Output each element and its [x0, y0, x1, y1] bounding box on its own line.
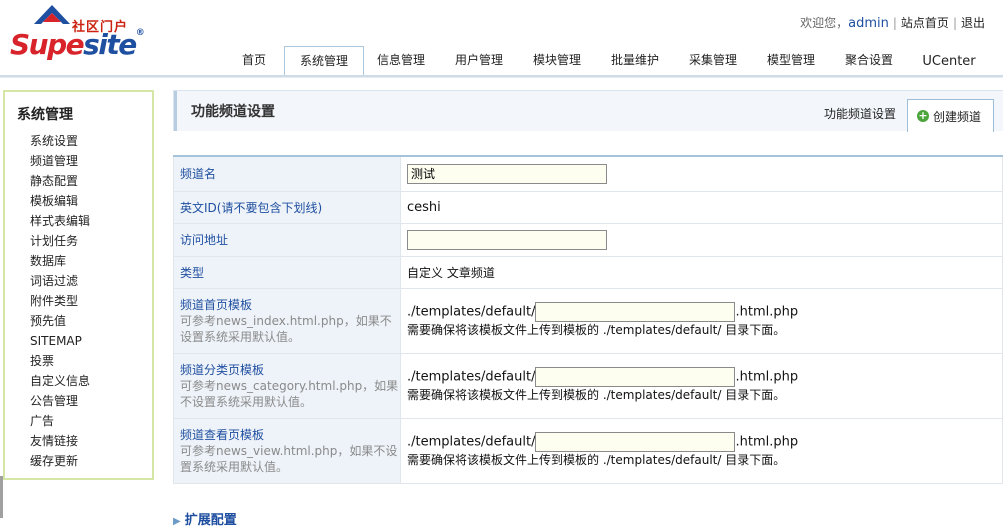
category-template-hint: 可参考news_category.html.php，如果不设置系统采用默认值。 — [180, 379, 399, 409]
nav-tab-ucenter[interactable]: UCenter — [914, 48, 984, 76]
nav-tab-modules[interactable]: 模块管理 — [522, 46, 592, 74]
index-template-label-cell: 频道首页模板 可参考news_index.html.php，如果不设置系统采用默… — [173, 287, 401, 354]
template-suffix: .html.php — [735, 434, 799, 450]
category-template-input[interactable] — [535, 367, 736, 387]
channel-name-label: 频道名 — [173, 155, 401, 192]
welcome-text: 欢迎您， — [800, 16, 849, 30]
plus-icon: + — [917, 109, 929, 122]
view-template-cell: ./templates/default/ .html.php 需要确保将该模板文件… — [400, 417, 1003, 484]
sidebar-item-sitemap[interactable]: SITEMAP — [30, 331, 90, 351]
sidebar-item-database[interactable]: 数据库 — [30, 251, 90, 271]
view-template-input[interactable] — [535, 432, 736, 452]
access-url-cell — [400, 222, 1003, 257]
sidebar-item-attach-types[interactable]: 附件类型 — [30, 291, 90, 311]
sidebar-item-custom-info[interactable]: 自定义信息 — [30, 371, 90, 391]
form-row-category-template: 频道分类页模板 可参考news_category.html.php，如果不设置系… — [173, 352, 1003, 419]
channel-name-cell — [400, 155, 1003, 192]
sidebar-item-system-settings[interactable]: 系统设置 — [30, 131, 90, 151]
category-template-note: 需要确保将该模板文件上传到模板的 ./templates/default/ 目录… — [407, 388, 786, 402]
sidebar: 系统管理 系统设置 频道管理 静态配置 模板编辑 样式表编辑 计划任务 数据库 … — [3, 90, 154, 480]
divider: | — [952, 16, 957, 30]
channel-form: 频道名 英文ID(请不要包含下划线) ceshi 访问地址 类型 自定义 文章频… — [173, 155, 1003, 484]
view-template-label-cell: 频道查看页模板 可参考news_view.html.php，如果不设置系统采用默… — [173, 417, 401, 484]
template-prefix: ./templates/default/ — [407, 434, 536, 450]
logout-link[interactable]: 退出 — [961, 16, 985, 30]
english-id-value: ceshi — [400, 190, 1003, 224]
index-template-hint: 可参考news_index.html.php，如果不设置系统采用默认值。 — [180, 314, 392, 344]
index-template-label: 频道首页模板 — [180, 298, 253, 312]
form-row-view-template: 频道查看页模板 可参考news_view.html.php，如果不设置系统采用默… — [173, 417, 1003, 484]
nav-tab-collect[interactable]: 采集管理 — [678, 46, 748, 74]
nav-tab-model[interactable]: 模型管理 — [756, 46, 826, 74]
divider: | — [892, 16, 897, 30]
view-template-note: 需要确保将该模板文件上传到模板的 ./templates/default/ 目录… — [407, 453, 786, 467]
sidebar-item-channel-manage[interactable]: 频道管理 — [30, 151, 90, 171]
supesite-logo[interactable]: 社区门户 Supesite® — [10, 2, 145, 62]
header-accent — [174, 91, 177, 131]
sidebar-item-poll[interactable]: 投票 — [30, 351, 90, 371]
access-url-label: 访问地址 — [173, 222, 401, 257]
access-url-input[interactable] — [407, 229, 607, 250]
category-template-label-cell: 频道分类页模板 可参考news_category.html.php，如果不设置系… — [173, 352, 401, 419]
nav-tab-batch[interactable]: 批量维护 — [600, 46, 670, 74]
form-row-english-id: 英文ID(请不要包含下划线) ceshi — [173, 190, 1003, 224]
nav-tab-aggregate[interactable]: 聚合设置 — [834, 46, 904, 74]
view-template-row: ./templates/default/ .html.php — [407, 432, 1002, 452]
template-prefix: ./templates/default/ — [407, 304, 536, 320]
page-title: 功能频道设置 — [191, 104, 275, 120]
index-template-note: 需要确保将该模板文件上传到模板的 ./templates/default/ 目录… — [407, 323, 786, 337]
sidebar-item-cron[interactable]: 计划任务 — [30, 231, 90, 251]
nav-tab-system[interactable]: 系统管理 — [284, 46, 364, 77]
channel-name-input[interactable] — [407, 163, 607, 184]
index-template-cell: ./templates/default/ .html.php 需要确保将该模板文件… — [400, 287, 1003, 354]
top-links: 欢迎您，admin | 站点首页 | 退出 — [800, 14, 985, 31]
view-template-label: 频道查看页模板 — [180, 428, 265, 442]
view-template-hint: 可参考news_view.html.php，如果不设置系统采用默认值。 — [180, 444, 398, 474]
sidebar-menu: 系统设置 频道管理 静态配置 模板编辑 样式表编辑 计划任务 数据库 词语过滤 … — [30, 131, 90, 471]
template-suffix: .html.php — [735, 369, 799, 385]
english-id-label: 英文ID(请不要包含下划线) — [173, 190, 401, 224]
create-channel-label: 创建频道 — [933, 110, 982, 124]
site-home-link[interactable]: 站点首页 — [901, 16, 949, 30]
nav-tab-home[interactable]: 首页 — [228, 46, 280, 74]
user-link[interactable]: admin — [848, 16, 889, 31]
form-row-index-template: 频道首页模板 可参考news_index.html.php，如果不设置系统采用默… — [173, 287, 1003, 354]
sidebar-item-friend-links[interactable]: 友情链接 — [30, 431, 90, 451]
create-channel-button[interactable]: + 创建频道 — [907, 99, 994, 132]
channel-settings-link[interactable]: 功能频道设置 — [824, 105, 896, 122]
sidebar-item-announcements[interactable]: 公告管理 — [30, 391, 90, 411]
content-header: 功能频道设置 功能频道设置 + 创建频道 — [173, 90, 1003, 132]
sidebar-item-ads[interactable]: 广告 — [30, 411, 90, 431]
sidebar-item-presets[interactable]: 预先值 — [30, 311, 90, 331]
sidebar-item-word-filter[interactable]: 词语过滤 — [30, 271, 90, 291]
form-row-access-url: 访问地址 — [173, 222, 1003, 257]
sidebar-title: 系统管理 — [17, 107, 73, 123]
type-label: 类型 — [173, 255, 401, 289]
sidebar-item-css-edit[interactable]: 样式表编辑 — [30, 211, 90, 231]
category-template-cell: ./templates/default/ .html.php 需要确保将该模板文件… — [400, 352, 1003, 419]
sidebar-item-static-config[interactable]: 静态配置 — [30, 171, 90, 191]
house-roof-icon — [34, 5, 70, 24]
type-value: 自定义 文章频道 — [400, 255, 1003, 289]
category-template-row: ./templates/default/ .html.php — [407, 367, 1002, 387]
form-row-type: 类型 自定义 文章频道 — [173, 255, 1003, 289]
index-template-input[interactable] — [535, 302, 736, 322]
extended-config-label: 扩展配置 — [184, 513, 237, 528]
template-suffix: .html.php — [735, 304, 799, 320]
nav-underline-light — [0, 77, 1003, 78]
template-prefix: ./templates/default/ — [407, 369, 536, 385]
nav-tab-info[interactable]: 信息管理 — [366, 46, 436, 74]
nav-tab-users[interactable]: 用户管理 — [444, 46, 514, 74]
category-template-label: 频道分类页模板 — [180, 363, 265, 377]
logo-brand: Supesite® — [10, 28, 145, 61]
extended-config-toggle[interactable]: ▶ 扩展配置 — [173, 509, 237, 528]
left-edge-bar — [0, 476, 3, 518]
sidebar-item-cache-update[interactable]: 缓存更新 — [30, 451, 90, 471]
index-template-row: ./templates/default/ .html.php — [407, 302, 1002, 322]
form-row-channel-name: 频道名 — [173, 155, 1003, 192]
sidebar-item-template-edit[interactable]: 模板编辑 — [30, 191, 90, 211]
